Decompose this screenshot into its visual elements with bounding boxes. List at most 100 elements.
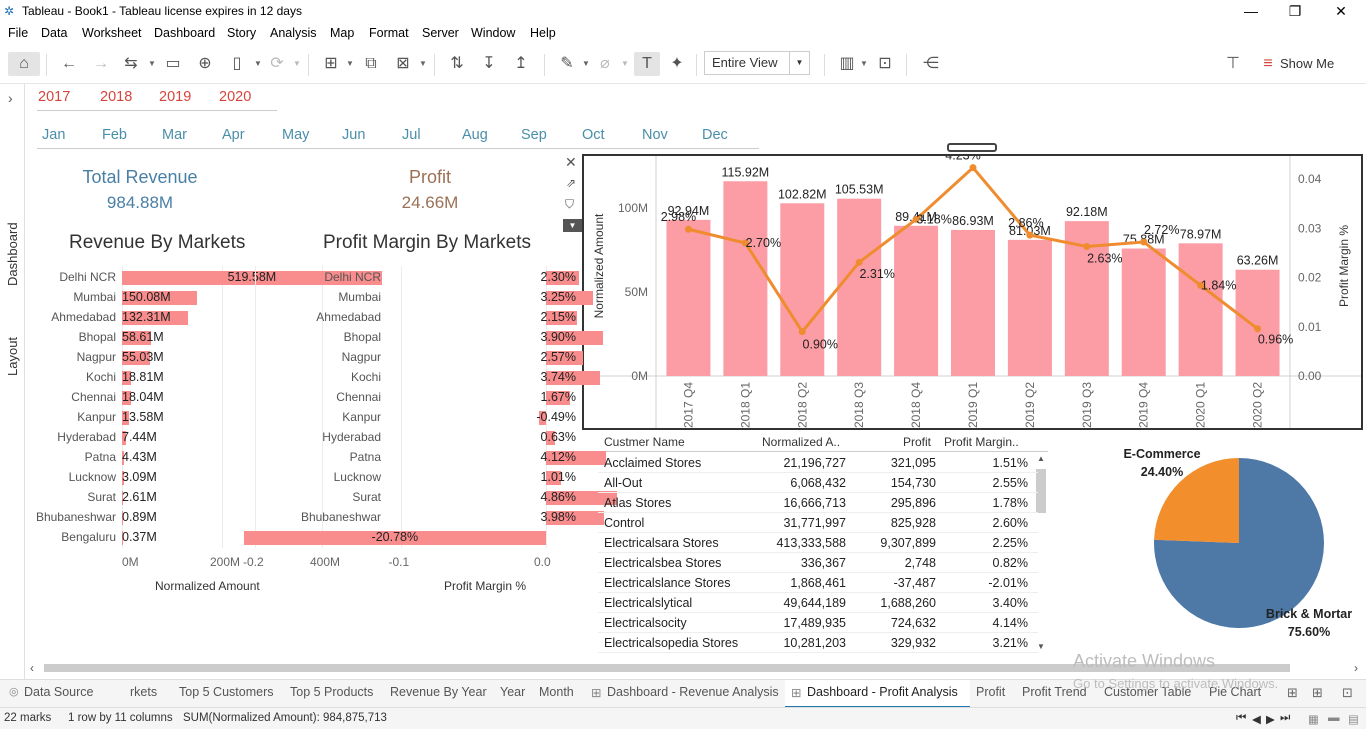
table-row[interactable]: Atlas Stores 16,666,713 295,896 1.78% (598, 493, 1038, 513)
new-worksheet-icon[interactable]: ⊞ (318, 52, 344, 76)
show-filmstrip-icon[interactable]: ▬ (1328, 712, 1340, 724)
go-to-sheet-icon[interactable]: ⇗ (566, 176, 576, 190)
tab-top-5-products[interactable]: Top 5 Products (290, 685, 373, 699)
column-header-normalized-amount[interactable]: Normalized A.. (762, 435, 840, 449)
show-tabs-icon[interactable]: ▤ (1348, 712, 1359, 726)
show-mark-labels-icon[interactable]: T (634, 52, 660, 76)
chevron-down-icon[interactable]: ▼ (254, 54, 262, 74)
tab-month[interactable]: Month (539, 685, 574, 699)
minimize-button[interactable]: — (1228, 0, 1274, 22)
scroll-up-icon[interactable]: ▲ (1037, 454, 1045, 463)
menu-server[interactable]: Server (422, 26, 459, 40)
show-me-button[interactable]: Show Me (1280, 52, 1344, 76)
scroll-left-icon[interactable]: ‹ (30, 661, 34, 675)
chevron-down-icon[interactable]: ▼ (293, 54, 301, 74)
tab-dashboard[interactable]: Dashboard (5, 222, 20, 286)
maximize-button[interactable]: ❐ (1272, 0, 1318, 22)
menu-window[interactable]: Window (471, 26, 515, 40)
previous-sheet-icon[interactable]: ◀ (1252, 712, 1261, 726)
month-filter-dec[interactable]: Dec (702, 127, 728, 143)
highlight-icon[interactable]: ✎ (554, 52, 580, 76)
table-row[interactable]: Electricalsara Stores 413,333,588 9,307,89… (598, 533, 1038, 553)
column-header-customer[interactable]: Custmer Name (604, 435, 685, 449)
menu-map[interactable]: Map (330, 26, 354, 40)
table-row[interactable]: Electricalsopedia Stores 10,281,203 329,93… (598, 633, 1038, 653)
sort-descending-icon[interactable]: ↥ (508, 52, 534, 76)
tab-revenue-by-year[interactable]: Revenue By Year (390, 685, 487, 699)
show-me-icon[interactable]: ≡ (1258, 52, 1278, 76)
month-filter-aug[interactable]: Aug (462, 127, 488, 143)
table-row[interactable]: All-Out 6,068,432 154,730 2.55% (598, 473, 1038, 493)
share-icon[interactable]: ⋲ (918, 52, 944, 76)
first-sheet-icon[interactable]: ⏮ (1236, 712, 1246, 725)
tab-dashboard-revenue-analysis[interactable]: Dashboard - Revenue Analysis (607, 685, 779, 699)
fix-axes-icon[interactable]: ✦ (664, 52, 690, 76)
redo-icon[interactable]: → (88, 52, 114, 76)
more-options-icon[interactable]: ▼ (563, 219, 582, 232)
new-worksheet-tab-icon[interactable]: ⊞ (1287, 685, 1298, 701)
column-header-profit-margin[interactable]: Profit Margin.. (944, 435, 1019, 449)
menu-file[interactable]: File (8, 26, 28, 40)
save-icon[interactable]: ▭ (160, 52, 186, 76)
fit-select[interactable]: Entire View ▼ (704, 51, 810, 75)
menu-format[interactable]: Format (369, 26, 409, 40)
duplicate-icon[interactable]: ⧉ (358, 52, 384, 76)
month-filter-feb[interactable]: Feb (102, 127, 127, 143)
refresh-icon[interactable]: ⟳ (264, 52, 290, 76)
data-source-icon[interactable]: ◎ (9, 685, 19, 698)
clear-sheet-icon[interactable]: ⊠ (390, 52, 416, 76)
scroll-right-icon[interactable]: › (1354, 661, 1358, 675)
year-filter-2019[interactable]: 2019 (159, 89, 191, 105)
sort-ascending-icon[interactable]: ↧ (476, 52, 502, 76)
chevron-down-icon[interactable]: ▼ (582, 54, 590, 74)
show-sheet-sorter-icon[interactable]: ▦ (1308, 712, 1319, 726)
menu-data[interactable]: Data (41, 26, 67, 40)
swap-rows-columns-icon[interactable]: ⇅ (444, 52, 470, 76)
next-sheet-icon[interactable]: ▶ (1266, 712, 1275, 726)
tab-data-source[interactable]: Data Source (24, 685, 93, 699)
new-data-source-icon[interactable]: ⊕ (192, 52, 218, 76)
filter-icon[interactable]: ⛉ (565, 197, 574, 212)
table-row[interactable]: Electricalslytical 49,644,189 1,688,260 3.4… (598, 593, 1038, 613)
column-header-profit[interactable]: Profit (903, 435, 931, 449)
chevron-down-icon[interactable]: ▼ (621, 54, 629, 74)
move-handle[interactable] (947, 143, 997, 152)
tab-dashboard-profit-analysis[interactable]: Dashboard - Profit Analysis (807, 685, 958, 699)
close-button[interactable]: ✕ (1318, 0, 1364, 22)
chevron-down-icon[interactable]: ▼ (860, 54, 868, 74)
month-filter-nov[interactable]: Nov (642, 127, 668, 143)
tab-markets[interactable]: rkets (130, 685, 157, 699)
year-filter-2017[interactable]: 2017 (38, 89, 70, 105)
tab-layout[interactable]: Layout (5, 337, 20, 376)
menu-analysis[interactable]: Analysis (270, 26, 317, 40)
year-filter-2018[interactable]: 2018 (100, 89, 132, 105)
tab-top-5-customers[interactable]: Top 5 Customers (179, 685, 273, 699)
new-dashboard-tab-icon[interactable]: ⊞ (1312, 685, 1323, 701)
year-filter-2020[interactable]: 2020 (219, 89, 251, 105)
expand-panel-icon[interactable]: › (8, 90, 13, 106)
chevron-down-icon[interactable]: ▼ (419, 54, 427, 74)
month-filter-may[interactable]: May (282, 127, 309, 143)
table-row[interactable]: Acclaimed Stores 21,196,727 321,095 1.51% (598, 453, 1038, 473)
month-filter-oct[interactable]: Oct (582, 127, 605, 143)
group-members-icon[interactable]: ⌀ (592, 52, 618, 76)
month-filter-mar[interactable]: Mar (162, 127, 187, 143)
remove-object-icon[interactable]: ✕ (565, 154, 577, 171)
home-icon[interactable]: ⌂ (8, 52, 40, 76)
format-painter-icon[interactable]: ⊤ (1220, 52, 1246, 76)
chevron-down-icon[interactable]: ▼ (346, 54, 354, 74)
month-filter-apr[interactable]: Apr (222, 127, 245, 143)
scroll-down-icon[interactable]: ▼ (1037, 642, 1045, 651)
chevron-down-icon[interactable]: ▼ (789, 52, 809, 74)
pause-updates-icon[interactable]: ▯ (224, 52, 250, 76)
show-cards-icon[interactable]: ▥ (834, 52, 860, 76)
menu-dashboard[interactable]: Dashboard (154, 26, 215, 40)
menu-story[interactable]: Story (227, 26, 256, 40)
replace-data-icon[interactable]: ⇆ (118, 52, 144, 76)
month-filter-sep[interactable]: Sep (521, 127, 547, 143)
table-row[interactable]: Control 31,771,997 825,928 2.60% (598, 513, 1038, 533)
table-row[interactable]: Electricalslance Stores 1,868,461 -37,487 -… (598, 573, 1038, 593)
month-filter-jul[interactable]: Jul (402, 127, 421, 143)
tab-year[interactable]: Year (500, 685, 525, 699)
month-filter-jan[interactable]: Jan (42, 127, 65, 143)
